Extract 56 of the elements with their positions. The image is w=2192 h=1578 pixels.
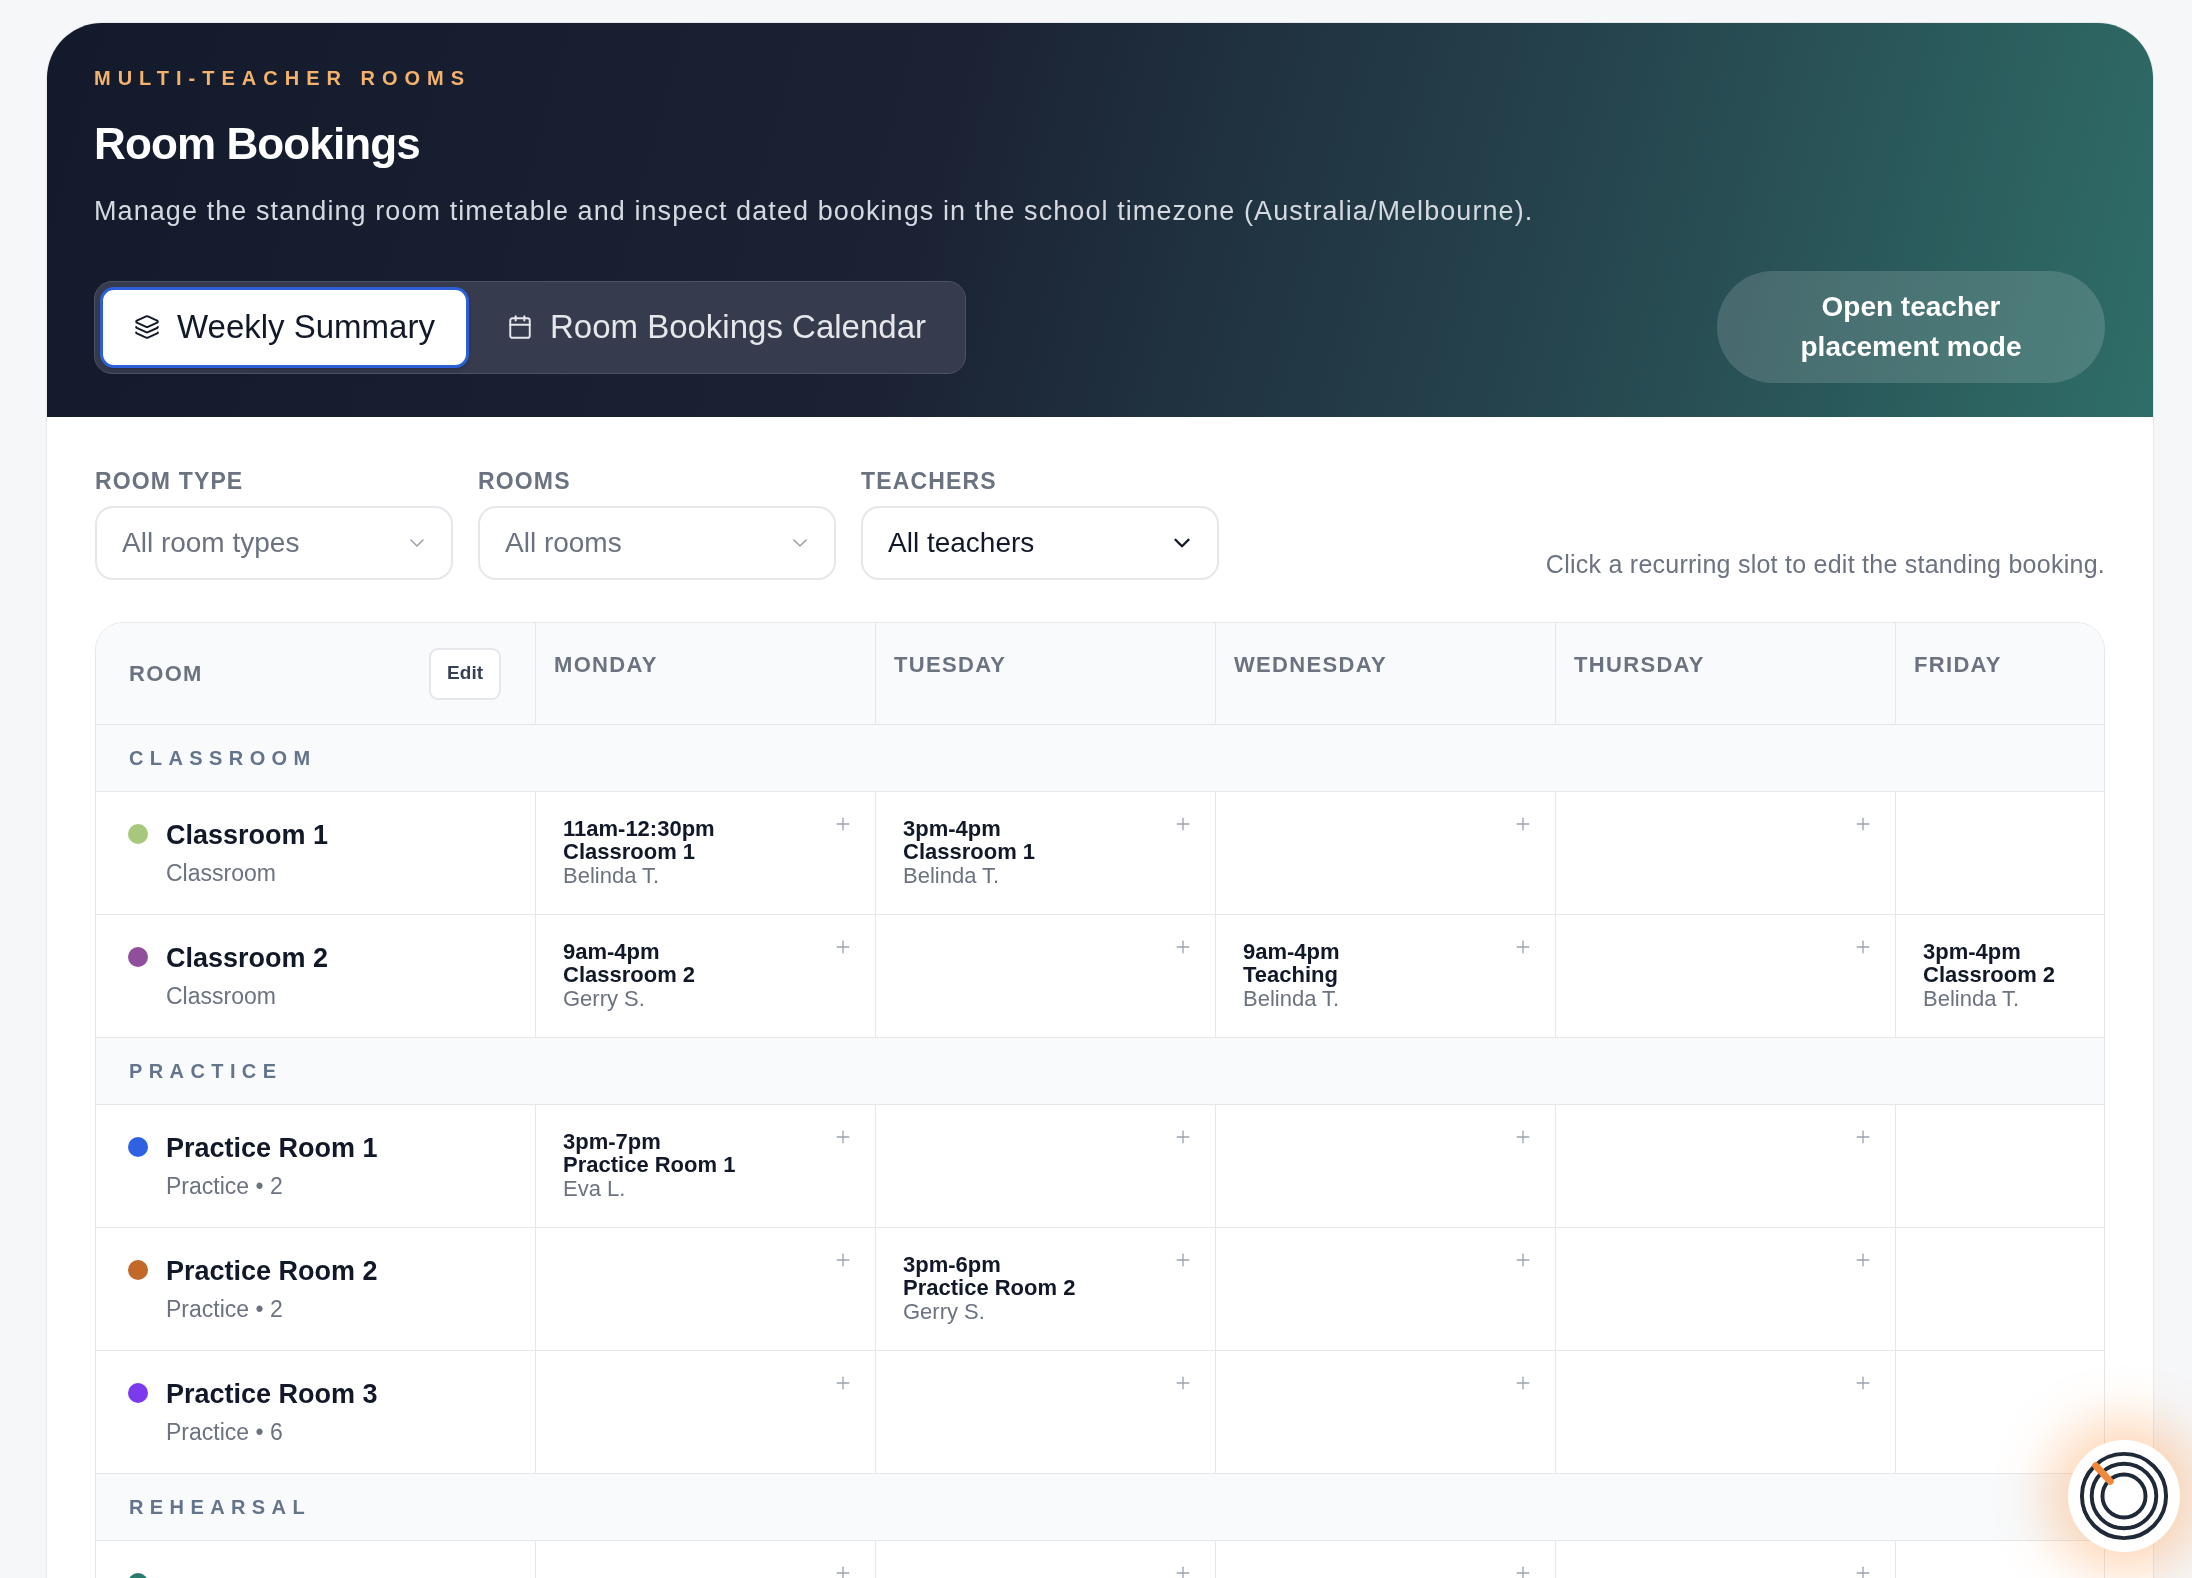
page-description: Manage the standing room timetable and inspect dated bookings in the school timezone (Australia/Melbourne). — [94, 195, 1535, 228]
column-header: TUESDAY — [876, 623, 1216, 725]
filter-dropdown[interactable]: All teachers — [861, 506, 1219, 580]
booking-teacher: Belinda T. — [563, 863, 661, 888]
calendar-icon — [506, 314, 533, 340]
booking-time: 3pm-6pm — [903, 1254, 1002, 1276]
view-tab[interactable]: Weekly Summary — [100, 286, 469, 368]
hint-text: Click a recurring slot to edit the standing booking. — [1545, 549, 2105, 579]
page-title: Room Bookings — [94, 118, 421, 170]
room-detail: Practice • 2 — [166, 1172, 284, 1200]
column-header: WEDNESDAY — [1216, 623, 1556, 725]
group-header: CLASSROOM — [96, 725, 2104, 792]
booking-title: Practice Room 1 — [563, 1153, 736, 1176]
booking-teacher: Eva L. — [563, 1176, 627, 1201]
booking-time: 3pm-7pm — [563, 1131, 662, 1153]
column-header: MONDAY — [536, 623, 876, 725]
room-name: Classroom 2 — [166, 943, 329, 973]
booking-title: Classroom 1 — [563, 840, 696, 863]
booking-teacher: Gerry S. — [903, 1299, 986, 1324]
filter-dropdown[interactable]: All rooms — [478, 506, 836, 580]
eyebrow-label: MULTI-TEACHER ROOMS — [94, 66, 473, 90]
room-detail: Classroom — [166, 982, 277, 1010]
filter-label: ROOMS — [478, 467, 572, 495]
layers-icon — [134, 314, 160, 340]
room-name: Practice Room 1 — [166, 1133, 378, 1163]
column-header: FRIDAY — [1896, 623, 2104, 725]
booking-time: 3pm-4pm — [903, 818, 1002, 840]
booking-title: Classroom 2 — [563, 963, 696, 986]
booking-time: 9am-4pm — [563, 941, 661, 963]
filter-dropdown[interactable]: All room types — [95, 506, 453, 580]
room-name: Practice Room 2 — [166, 1256, 378, 1286]
view-tab[interactable]: Room Bookings Calendar — [472, 286, 960, 368]
booking-teacher: Belinda T. — [903, 863, 1001, 888]
room-name: Classroom 1 — [166, 820, 329, 850]
column-header: ROOM — [129, 660, 203, 688]
booking-title: Classroom 2 — [1923, 963, 2056, 986]
booking-title: Practice Room 2 — [903, 1276, 1076, 1299]
room-detail: Practice • 2 — [166, 1295, 284, 1323]
group-header: PRACTICE — [96, 1038, 2104, 1105]
placement-mode-button[interactable]: Open teacher placement mode — [1717, 271, 2105, 383]
room-detail: Classroom — [166, 859, 277, 887]
booking-teacher: Belinda T. — [1923, 986, 2021, 1011]
booking-teacher: Belinda T. — [1243, 986, 1340, 1011]
column-header: THURSDAY — [1556, 623, 1896, 725]
filter-label: TEACHERS — [861, 467, 998, 495]
room-detail: Practice • 6 — [166, 1418, 284, 1446]
target-rings-icon — [2078, 1450, 2170, 1542]
booking-title: Teaching — [1243, 963, 1338, 986]
edit-button[interactable]: Edit — [429, 647, 501, 700]
booking-time: 9am-4pm — [1243, 941, 1340, 963]
room-name: Practice Room 3 — [166, 1379, 378, 1409]
booking-teacher: Gerry S. — [563, 986, 646, 1011]
filter-label: ROOM TYPE — [95, 467, 245, 495]
booking-title: Classroom 1 — [903, 840, 1036, 863]
booking-time: 11am-12:30pm — [563, 818, 715, 840]
booking-time: 3pm-4pm — [1923, 941, 2022, 963]
